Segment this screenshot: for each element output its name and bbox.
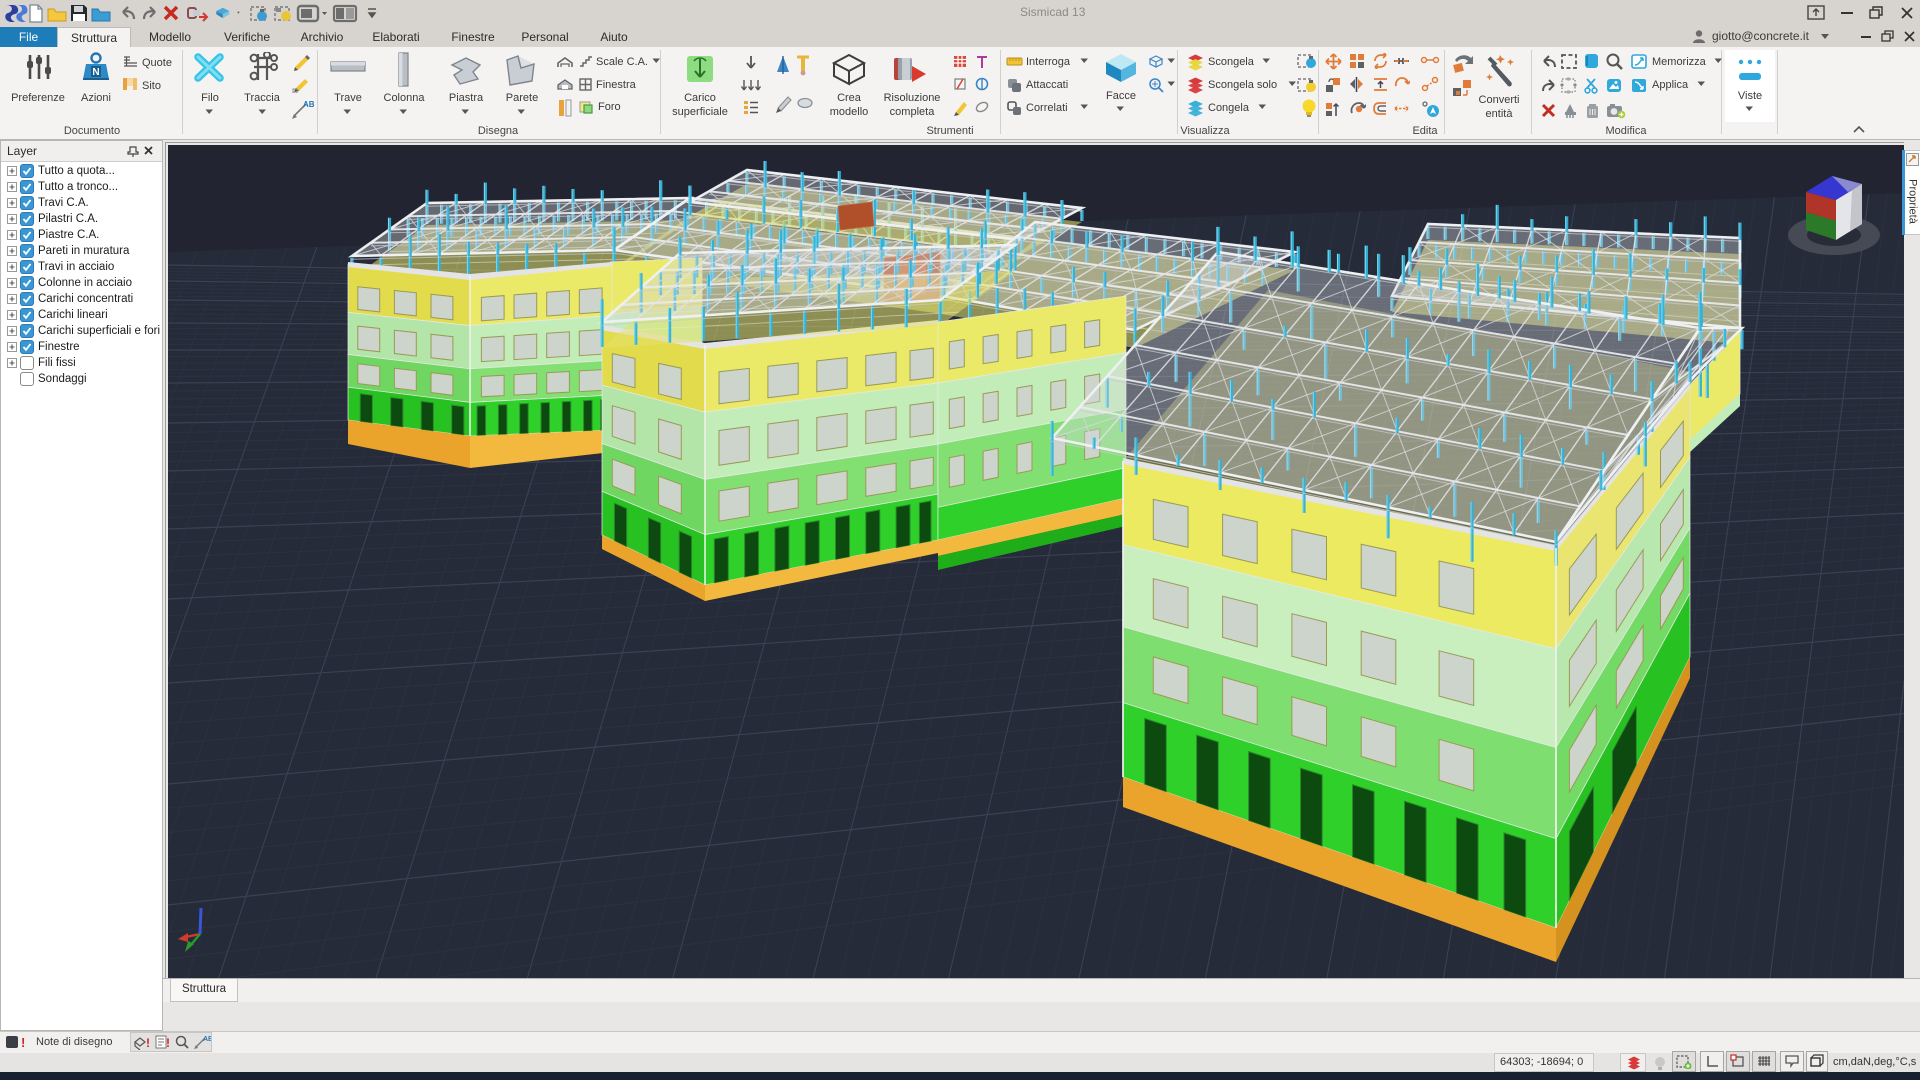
svg-text:!: ! [146, 1036, 150, 1050]
svg-text:!: ! [166, 1036, 170, 1050]
svg-text:!: ! [21, 1035, 25, 1050]
svg-text:N: N [92, 67, 99, 78]
svg-text:AB: AB [203, 1036, 211, 1043]
